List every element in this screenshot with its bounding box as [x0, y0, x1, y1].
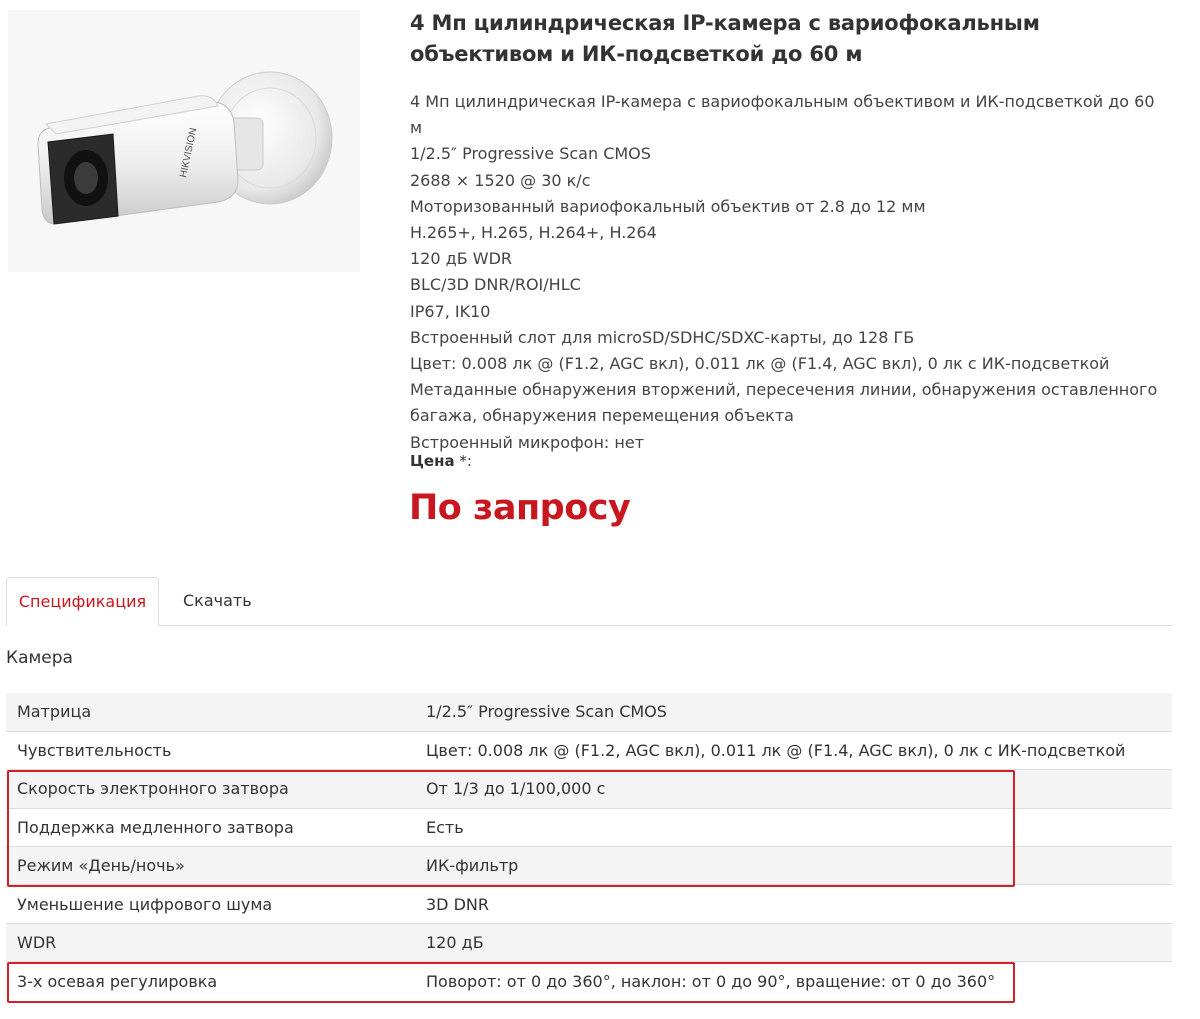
table-row: Скорость электронного затвора От 1/3 до …: [6, 769, 1172, 809]
table-row: Матрица 1/2.5″ Progressive Scan CMOS: [6, 693, 1172, 732]
feature-item: Встроенный слот для microSD/SDHC/SDXC-ка…: [410, 327, 915, 347]
feature-item: Моторизованный вариофокальный объектив о…: [410, 196, 926, 216]
feature-item: IP67, IK10: [410, 301, 491, 321]
feature-item: 4 Мп цилиндрическая IP-камера с вариофок…: [410, 92, 1155, 138]
spec-label: Поддержка медленного затвора: [6, 807, 415, 847]
price-label-text: Цена: [410, 452, 455, 470]
feature-item: Метаданные обнаружения вторжений, пересе…: [410, 380, 1158, 426]
spec-label: WDR: [6, 922, 415, 962]
table-row: 3-х осевая регулировка Поворот: от 0 до …: [6, 961, 1172, 1001]
spec-value: 3D DNR: [415, 884, 1172, 924]
product-title: 4 Мп цилиндрическая IP-камера с вариофок…: [410, 11, 1040, 66]
price-value: По запросу: [409, 488, 631, 528]
spec-value: ИК-фильтр: [415, 846, 1172, 885]
spec-label: Скорость электронного затвора: [6, 769, 415, 809]
feature-item: 120 дБ WDR: [410, 249, 513, 269]
product-image[interactable]: HIKVISION: [8, 10, 360, 272]
section-title: Камера: [6, 648, 73, 668]
feature-item: 1/2.5″ Progressive Scan CMOS: [410, 144, 651, 164]
feature-item: Встроенный микрофон: нет: [410, 432, 645, 452]
tab-bar: Спецификация Скачать: [6, 577, 1172, 626]
spec-value: Поворот: от 0 до 360°, наклон: от 0 до 9…: [415, 961, 1172, 1001]
price-label: Цена *:: [410, 452, 472, 470]
camera-illustration: HIKVISION: [37, 71, 333, 225]
feature-item: Цвет: 0.008 лк @ (F1.2, AGC вкл), 0.011 …: [410, 354, 1110, 374]
table-row: Режим «День/ночь» ИК-фильтр: [6, 846, 1172, 885]
feature-item: BLC/3D DNR/ROI/HLC: [410, 275, 581, 295]
spec-label: Режим «День/ночь»: [6, 846, 415, 885]
feature-item: H.265+, H.265, H.264+, H.264: [410, 223, 657, 243]
feature-list: 4 Мп цилиндрическая IP-камера с вариофок…: [410, 89, 1170, 456]
spec-label: 3-х осевая регулировка: [6, 961, 415, 1001]
spec-value: От 1/3 до 1/100,000 с: [415, 769, 1172, 809]
table-row: Уменьшение цифрового шума 3D DNR: [6, 884, 1172, 924]
table-row: Чувствительность Цвет: 0.008 лк @ (F1.2,…: [6, 730, 1172, 770]
spec-label: Чувствительность: [6, 730, 415, 770]
spec-value: Цвет: 0.008 лк @ (F1.2, AGC вкл), 0.011 …: [415, 730, 1172, 770]
table-row: Поддержка медленного затвора Есть: [6, 807, 1172, 847]
spec-label: Уменьшение цифрового шума: [6, 884, 415, 924]
spec-value: 1/2.5″ Progressive Scan CMOS: [426, 702, 667, 722]
price-asterisk: *:: [454, 452, 472, 470]
table-row: WDR 120 дБ: [6, 922, 1172, 962]
spec-value: 120 дБ: [415, 922, 1172, 962]
tab-download[interactable]: Скачать: [183, 577, 252, 625]
feature-item: 2688 × 1520 @ 30 к/с: [410, 170, 591, 190]
spec-label: Матрица: [17, 702, 92, 722]
spec-table: Матрица 1/2.5″ Progressive Scan CMOS Чув…: [6, 693, 1172, 1001]
tab-specification[interactable]: Спецификация: [6, 577, 159, 626]
spec-value: Есть: [415, 807, 1172, 847]
